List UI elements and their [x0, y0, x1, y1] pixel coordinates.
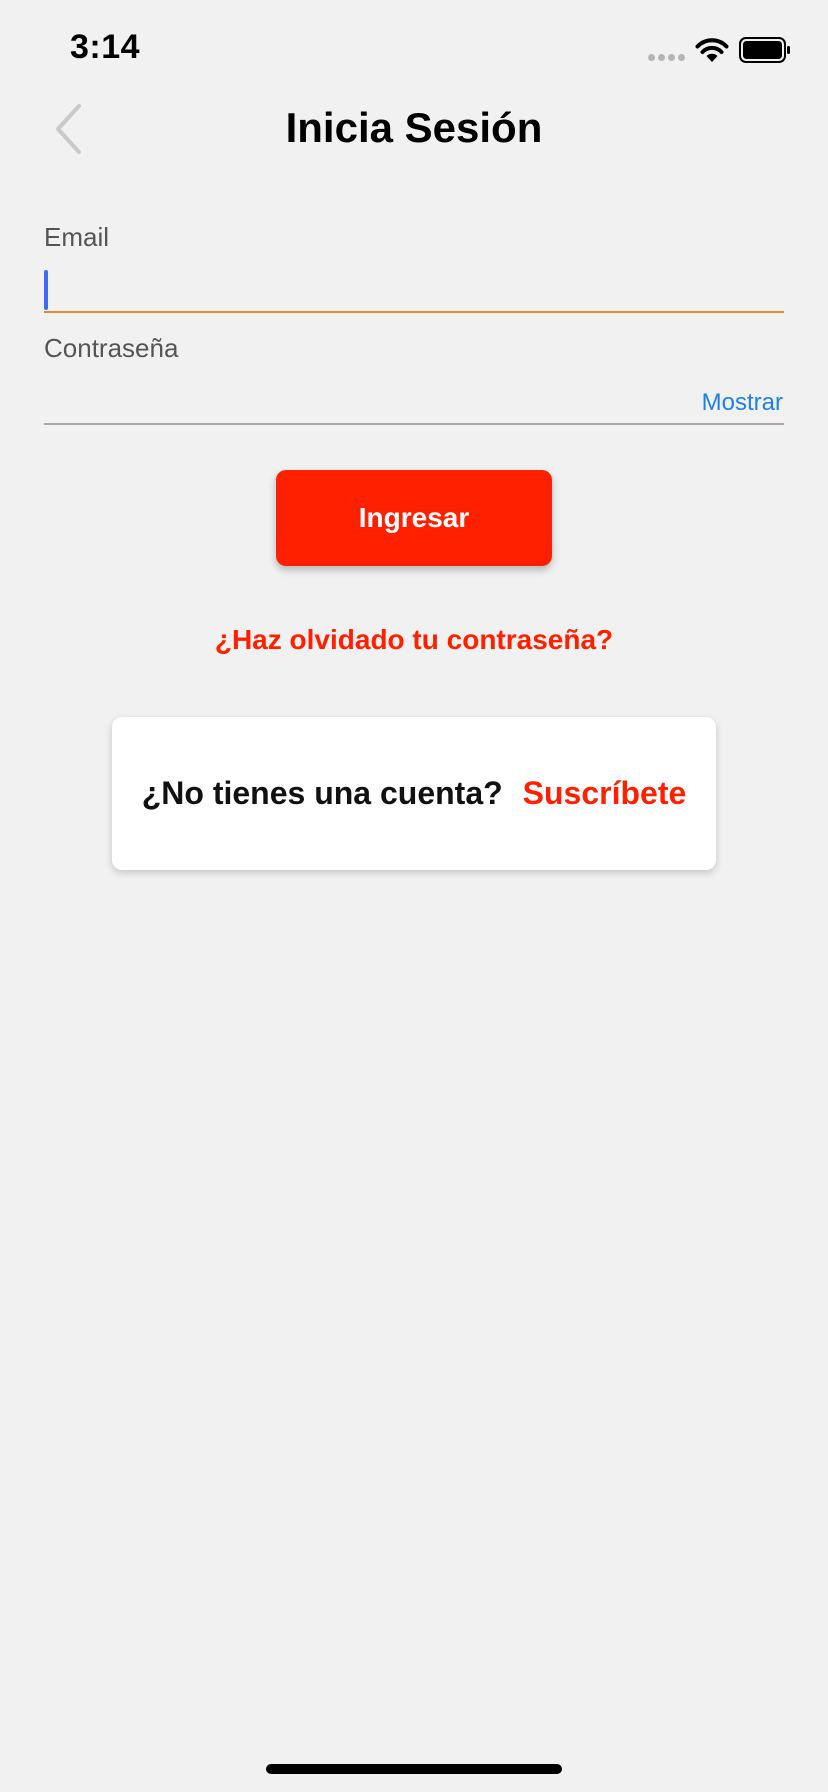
status-bar: 3:14 [0, 0, 828, 100]
navigation-bar: Inicia Sesión [0, 90, 828, 170]
page-title: Inicia Sesión [285, 104, 543, 151]
password-field[interactable] [44, 375, 644, 423]
battery-icon [739, 37, 790, 63]
forgot-password-link[interactable]: ¿Haz olvidado tu contraseña? [0, 624, 828, 656]
text-cursor [44, 270, 48, 310]
password-underline [44, 423, 784, 425]
status-time: 3:14 [70, 28, 141, 66]
home-indicator[interactable] [266, 1764, 562, 1774]
signup-prompt: ¿No tienes una cuenta? [141, 775, 503, 811]
password-label: Contraseña [44, 333, 179, 363]
login-button[interactable]: Ingresar [276, 470, 552, 566]
email-label: Email [44, 222, 110, 252]
signup-link[interactable]: Suscríbete [523, 775, 687, 812]
email-underline [44, 311, 784, 313]
email-field[interactable] [44, 264, 784, 312]
signal-icon [648, 54, 686, 64]
wifi-icon [695, 38, 729, 62]
signup-card: ¿No tienes una cuenta? Suscríbete [112, 717, 716, 870]
show-password-button[interactable]: Mostrar [702, 389, 783, 417]
